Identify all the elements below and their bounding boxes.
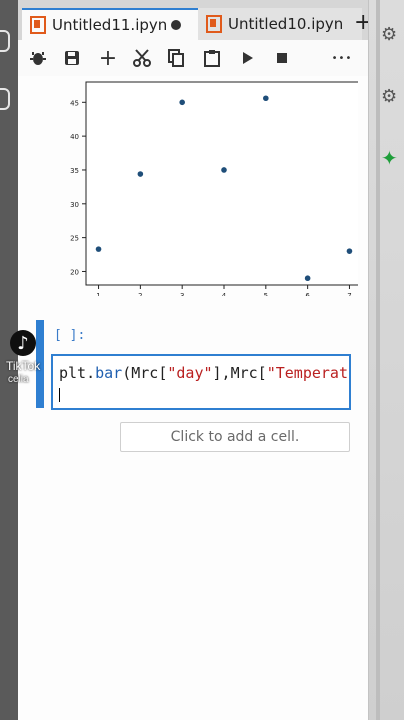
notebook-toolbar: + •••	[18, 40, 368, 77]
more-icon[interactable]: •••	[330, 46, 354, 70]
cut-icon[interactable]	[130, 46, 154, 70]
x-tick-label-0: 1	[96, 292, 100, 296]
data-point-6	[346, 248, 353, 254]
notebook-body: 20 25 30 35 40 45 1 2 3 4 5 6 7 [ ]: plt.bar(Mrc["da…	[18, 76, 368, 720]
cell-prompt: [ ]:	[54, 328, 86, 343]
data-point-0	[95, 246, 102, 252]
notebook-icon	[206, 15, 222, 33]
text-cursor	[59, 388, 60, 402]
tiktok-logo-icon: ♪	[10, 330, 36, 356]
y-tick-label-3: 35	[70, 167, 79, 175]
add-cell-icon[interactable]: +	[96, 46, 120, 71]
tiktok-watermark: TikTok	[6, 359, 41, 373]
scatter-plot: 2025303540451 2 3 4 5 6 7	[70, 81, 358, 296]
plot-frame	[85, 81, 358, 286]
right-sidebar: ⚙ ⚙ ✦	[368, 0, 404, 720]
data-point-2	[179, 99, 185, 106]
settings-gear-icon[interactable]: ⚙	[381, 24, 397, 45]
tab-label: Untitled10.ipyn	[228, 15, 344, 33]
data-point-4	[263, 95, 269, 102]
tab-label: Untitled11.ipyn	[52, 16, 168, 34]
y-tick-label-0: 20	[70, 268, 79, 276]
tiktok-username: celia	[8, 374, 29, 385]
y-tick-label-2: 30	[70, 201, 79, 209]
data-point-5	[304, 275, 311, 282]
data-point-3	[221, 167, 227, 173]
y-tick-label-5: 45	[70, 99, 79, 107]
left-edge-icon-2	[0, 88, 10, 110]
data-point-1	[137, 171, 144, 177]
paste-icon[interactable]	[200, 46, 224, 70]
tab-untitled11[interactable]: Untitled11.ipyn	[22, 8, 204, 40]
run-icon[interactable]	[236, 46, 260, 70]
notebook-window: Untitled11.ipyn Untitled10.ipyn + + ••• …	[18, 0, 372, 720]
x-tick-label-3: 4	[222, 292, 227, 296]
x-tick-label-2: 3	[180, 292, 184, 296]
save-icon[interactable]	[60, 46, 84, 70]
x-tick-label-4: 5	[264, 292, 268, 296]
x-tick-label-1: 2	[138, 292, 142, 296]
add-cell-button[interactable]: Click to add a cell.	[120, 422, 350, 452]
bug-icon[interactable]	[26, 46, 50, 70]
notebook-icon	[30, 16, 46, 34]
stop-icon[interactable]	[270, 46, 294, 70]
x-tick-label-5: 6	[305, 292, 310, 296]
y-tick-label-4: 40	[70, 133, 79, 141]
extension-sparkle-icon[interactable]: ✦	[381, 146, 398, 170]
unsaved-dot-icon	[171, 20, 182, 30]
code-line: plt.bar(Mrc["day"],Mrc["Temperat	[59, 364, 348, 382]
y-tick-label-1: 25	[70, 235, 79, 243]
left-edge-icon	[0, 30, 10, 52]
property-inspector-gear-icon[interactable]: ⚙	[381, 86, 397, 107]
x-tick-label-6: 7	[347, 292, 351, 296]
sidebar-divider	[376, 0, 380, 720]
tab-untitled10[interactable]: Untitled10.ipyn	[198, 8, 362, 40]
code-cell-editor[interactable]: plt.bar(Mrc["day"],Mrc["Temperat	[51, 354, 351, 410]
copy-icon[interactable]	[164, 46, 188, 70]
tab-bar: Untitled11.ipyn Untitled10.ipyn +	[18, 0, 372, 40]
